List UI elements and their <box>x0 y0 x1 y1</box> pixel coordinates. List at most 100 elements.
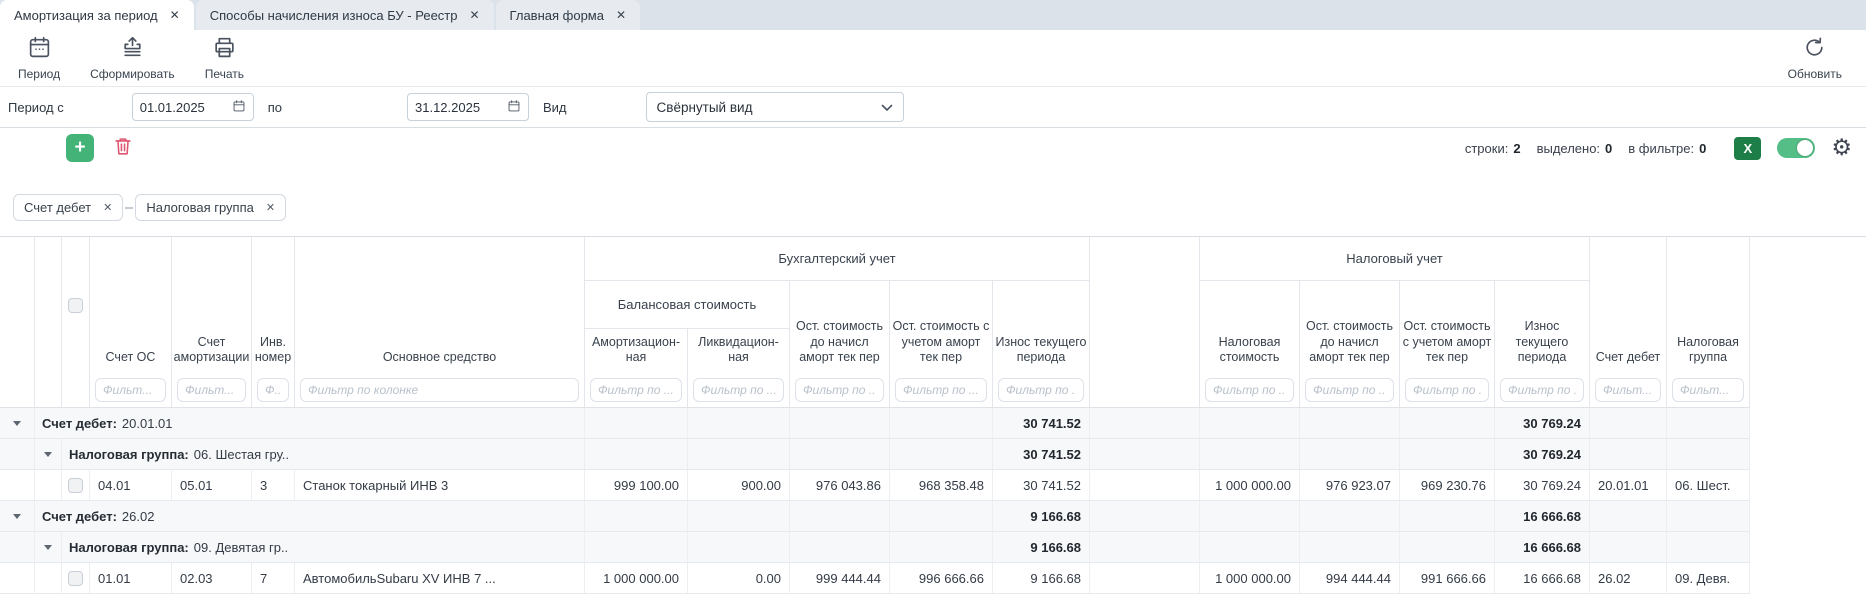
filter-inv-nomer[interactable] <box>257 378 289 402</box>
table-header: Счет ОС Счет амортизации Инв. номер Осно… <box>0 237 1750 408</box>
period-to-input[interactable]: 31.12.2025 <box>407 93 529 121</box>
data-row[interactable]: 01.01 02.03 7 АвтомобильSubaru XV ИНВ 7 … <box>0 563 1750 594</box>
toolbar: Период Сформировать Печать Обновить <box>0 30 1866 87</box>
filter-bu-ost-s[interactable] <box>895 378 987 402</box>
toggle-knob <box>1797 140 1813 156</box>
filter-nalogovaya-gruppa[interactable] <box>1672 378 1744 402</box>
filter-amortizacionnaya[interactable] <box>590 378 682 402</box>
subgroup-row[interactable]: Налоговая группа:06. Шестая гру.. 30 741… <box>0 439 1750 470</box>
nalogovaya-stoimost-cell: 1 000 000.00 <box>1200 470 1300 500</box>
row-checkbox[interactable] <box>68 571 83 586</box>
period-button-label: Период <box>18 67 60 81</box>
close-icon[interactable]: ✕ <box>616 8 626 22</box>
period-from-label: Период с <box>8 100 64 115</box>
group-label-cell: Налоговая группа:09. Девятая гр.. <box>62 532 585 562</box>
grouping-row: Счет дебет ✕ Налоговая группа ✕ <box>0 168 1866 237</box>
col-header-schet-os[interactable]: Счет ОС <box>90 237 172 373</box>
col-header-schet-amortizacii[interactable]: Счет амортизации <box>172 237 252 373</box>
spacer-cell <box>1090 563 1200 593</box>
tab-label: Способы начисления износа БУ - Реестр <box>210 8 458 23</box>
delete-row-button[interactable] <box>112 134 134 163</box>
filter-bu-iznos[interactable] <box>998 378 1084 402</box>
refresh-button[interactable]: Обновить <box>1788 35 1842 81</box>
print-button[interactable]: Печать <box>205 35 244 81</box>
nu-iznos-total: 16 666.68 <box>1495 501 1590 531</box>
collapse-arrow-icon[interactable] <box>13 421 21 426</box>
generate-button[interactable]: Сформировать <box>90 35 175 81</box>
period-to-label: по <box>268 100 282 115</box>
period-button[interactable]: Период <box>18 35 60 81</box>
group-header-buhuchet: Бухгалтерский учет <box>585 237 1090 281</box>
col-header-bu-iznos[interactable]: Износ текущего периода <box>993 281 1090 373</box>
close-icon[interactable]: ✕ <box>469 8 479 22</box>
tab-main-form[interactable]: Главная форма ✕ <box>496 0 640 30</box>
gear-icon[interactable]: ⚙ <box>1831 137 1852 160</box>
refresh-button-label: Обновить <box>1788 67 1842 81</box>
filter-bu-ost-do[interactable] <box>795 378 884 402</box>
close-icon[interactable]: ✕ <box>170 8 180 22</box>
calendar-icon[interactable] <box>507 99 521 116</box>
col-header-inv-nomer[interactable]: Инв. номер <box>252 237 295 373</box>
bu-ost-s-cell: 996 666.66 <box>890 563 993 593</box>
add-row-button[interactable]: + <box>66 134 94 162</box>
view-label: Вид <box>543 100 567 115</box>
filter-schet-debet[interactable] <box>1595 378 1661 402</box>
bu-ost-do-cell: 999 444.44 <box>790 563 890 593</box>
filters-toggle[interactable] <box>1777 138 1815 158</box>
subgroup-row[interactable]: Налоговая группа:09. Девятая гр.. 9 166.… <box>0 532 1750 563</box>
row-checkbox[interactable] <box>68 478 83 493</box>
filtered-count-label: в фильтре: <box>1628 141 1694 156</box>
collapse-arrow-icon[interactable] <box>44 545 52 550</box>
view-select[interactable]: Свёрнутый вид <box>646 92 904 122</box>
filter-nu-ost-s[interactable] <box>1405 378 1489 402</box>
group-row[interactable]: Счет дебет:20.01.01 30 741.52 30 769.24 <box>0 408 1750 439</box>
filter-nu-ost-do[interactable] <box>1305 378 1394 402</box>
tab-amortization-period[interactable]: Амортизация за период ✕ <box>0 0 194 30</box>
col-header-nu-ost-do[interactable]: Ост. стоимость до начисл аморт тек пер <box>1300 281 1400 373</box>
filter-schet-os[interactable] <box>95 378 166 402</box>
col-header-bu-ost-s[interactable]: Ост. стоимость с учетом аморт тек пер <box>890 281 993 373</box>
filter-osnovnoe-sredstvo[interactable] <box>300 378 579 402</box>
select-all-checkbox[interactable] <box>68 298 83 313</box>
group-row[interactable]: Счет дебет:26.02 9 166.68 16 666.68 <box>0 501 1750 532</box>
group-header-balansovaya-stoimost: Балансовая стоимость <box>585 281 790 329</box>
period-from-input[interactable]: 01.01.2025 <box>132 93 254 121</box>
tab-depreciation-methods[interactable]: Способы начисления износа БУ - Реестр ✕ <box>196 0 494 30</box>
data-row[interactable]: 04.01 05.01 3 Станок токарный ИНВ 3 999 … <box>0 470 1750 501</box>
close-icon[interactable]: ✕ <box>103 201 112 214</box>
col-header-schet-debet[interactable]: Счет дебет <box>1590 237 1667 373</box>
collapse-arrow-icon[interactable] <box>13 514 21 519</box>
col-header-bu-ost-do[interactable]: Ост. стоимость до начисл аморт тек пер <box>790 281 890 373</box>
group-label-cell: Счет дебет:20.01.01 <box>35 408 585 438</box>
export-excel-icon[interactable]: X <box>1734 137 1761 160</box>
group-label-cell: Налоговая группа:06. Шестая гру.. <box>62 439 585 469</box>
col-header-nu-iznos[interactable]: Износ текущего периода <box>1495 281 1590 373</box>
chip-connector <box>125 207 133 209</box>
expander-cell <box>0 439 35 469</box>
col-header-amortizacionnaya[interactable]: Амортизацион-ная <box>585 329 688 373</box>
filter-likvidacionnaya[interactable] <box>693 378 784 402</box>
nu-ost-s-cell: 969 230.76 <box>1400 470 1495 500</box>
inv-nomer-cell: 7 <box>252 563 295 593</box>
col-header-nalogovaya-gruppa[interactable]: Налоговая группа <box>1667 237 1750 373</box>
col-header-nalogovaya-stoimost[interactable]: Налоговая стоимость <box>1200 281 1300 373</box>
calendar-icon[interactable] <box>232 99 246 116</box>
nu-iznos-total: 30 769.24 <box>1495 439 1590 469</box>
col-header-nu-ost-s[interactable]: Ост. стоимость с учетом аморт тек пер <box>1400 281 1495 373</box>
chip-nalogovaya-gruppa[interactable]: Налоговая группа ✕ <box>135 194 286 221</box>
col-header-likvidacionnaya[interactable]: Ликвидацион-ная <box>688 329 790 373</box>
collapse-arrow-icon[interactable] <box>44 452 52 457</box>
close-icon[interactable]: ✕ <box>266 201 275 214</box>
bu-iznos-total: 30 741.52 <box>993 439 1090 469</box>
amortizacionnaya-cell: 1 000 000.00 <box>585 563 688 593</box>
col-header-osnovnoe-sredstvo[interactable]: Основное средство <box>295 237 585 373</box>
filter-schet-amortizacii[interactable] <box>177 378 246 402</box>
nu-ost-do-cell: 976 923.07 <box>1300 470 1400 500</box>
filter-nu-iznos[interactable] <box>1500 378 1584 402</box>
bu-ost-do-cell: 976 043.86 <box>790 470 890 500</box>
bu-ost-s-cell: 968 358.48 <box>890 470 993 500</box>
chip-schet-debet[interactable]: Счет дебет ✕ <box>13 194 123 221</box>
schet-debet-cell: 26.02 <box>1590 563 1667 593</box>
filter-nalogovaya-stoimost[interactable] <box>1205 378 1294 402</box>
tab-label: Амортизация за период <box>14 8 158 23</box>
